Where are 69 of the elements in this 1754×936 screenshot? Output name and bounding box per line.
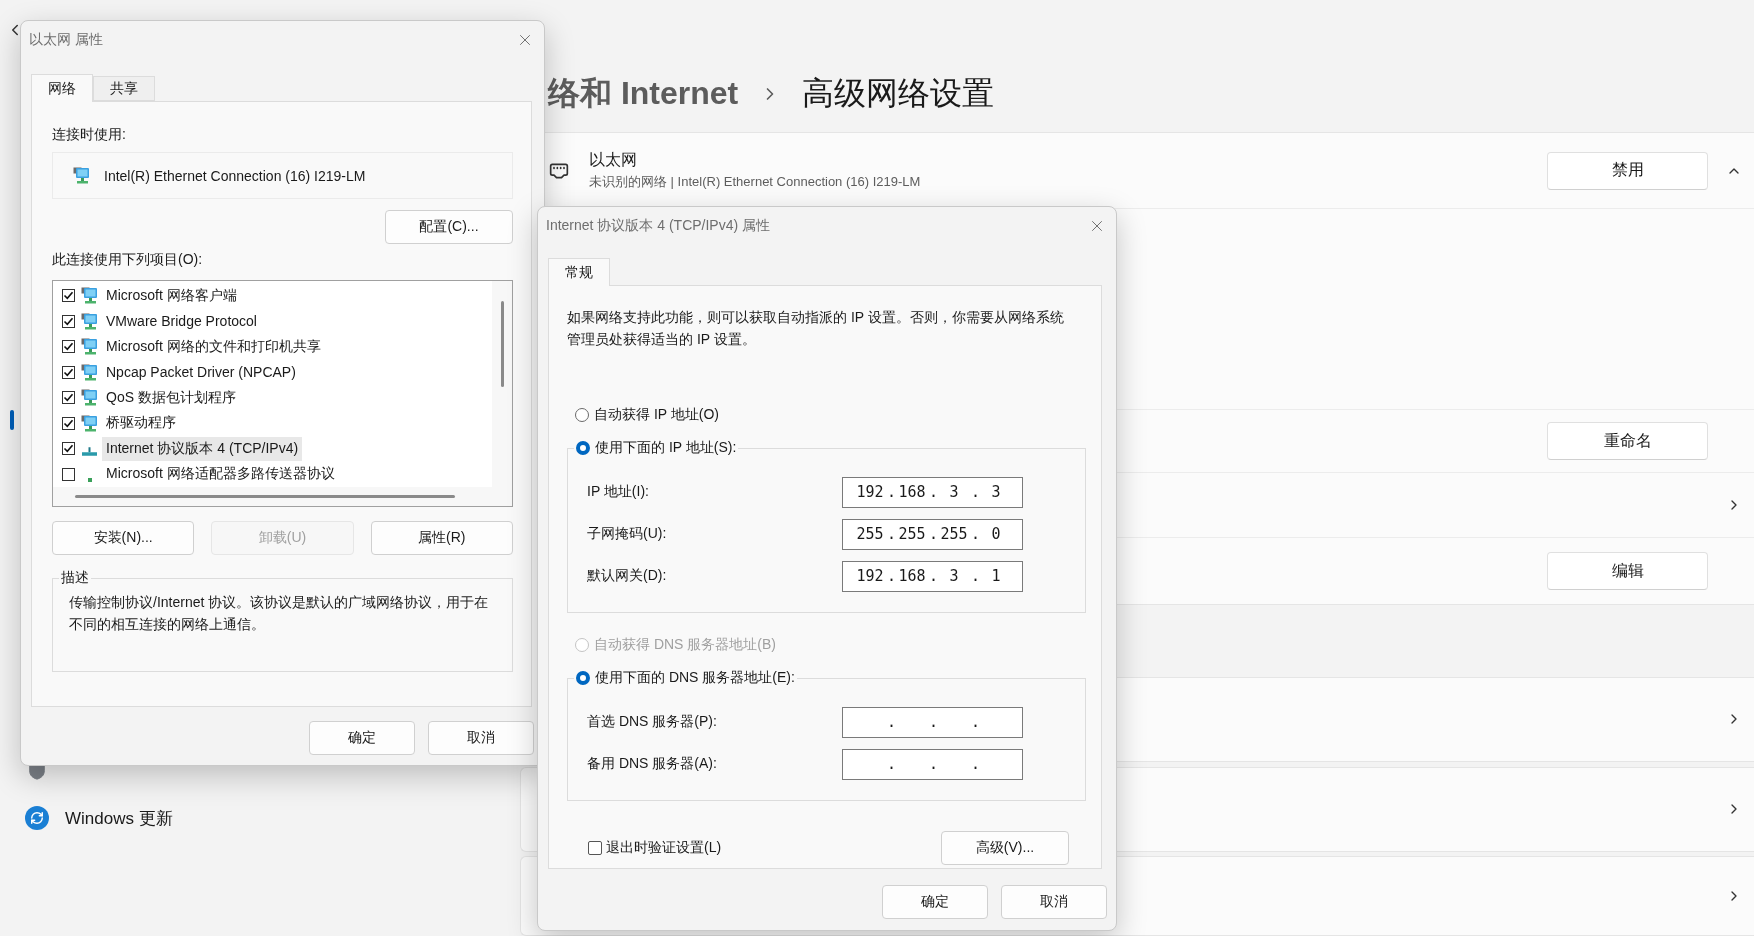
list-item[interactable]: Microsoft 网络适配器多路传送器协议 xyxy=(102,462,339,487)
checkbox[interactable] xyxy=(62,391,75,405)
ip-mode-radio[interactable]: 自动获得 IP 地址(O) xyxy=(575,405,719,425)
dns-address-field[interactable]: . . . xyxy=(842,706,1023,738)
dns-mode-radio[interactable]: 使用下面的 DNS 服务器地址(E): xyxy=(576,668,795,688)
checkbox[interactable] xyxy=(62,289,75,303)
network-monitor-icon xyxy=(81,287,98,305)
ip-address-field[interactable]: 192 . 168 . 3 . 3 xyxy=(842,476,1023,508)
network-protocol-icon xyxy=(82,447,97,457)
network-monitor-icon xyxy=(81,389,98,407)
page-title: 高级网络设置 xyxy=(802,74,995,113)
dialog-button[interactable]: 属性(R) xyxy=(370,521,513,555)
section-label: 连接时使用: xyxy=(52,125,127,144)
field-label: 备用 DNS 服务器(A): xyxy=(587,755,718,773)
field-label: 默认网关(D): xyxy=(587,567,668,585)
dialog-button[interactable]: 取消 xyxy=(1001,885,1107,919)
checkbox[interactable] xyxy=(62,467,75,481)
ip-mode-radio[interactable]: 使用下面的 IP 地址(S): xyxy=(576,438,737,458)
settings-button[interactable]: 重命名 xyxy=(1547,422,1708,460)
list-item[interactable]: 桥驱动程序 xyxy=(102,411,180,436)
list-item[interactable]: Internet 协议版本 4 (TCP/IPv4) xyxy=(102,436,303,461)
tab[interactable]: 网络 xyxy=(31,74,93,102)
window-title: 以太网 属性 xyxy=(29,31,103,49)
tab[interactable]: 常规 xyxy=(548,258,610,286)
network-monitor-icon xyxy=(73,167,90,184)
description-text: 传输控制协议/Internet 协议。该协议是默认的广域网络协议，用于在不同的相互连接的网络上通信。 xyxy=(69,593,489,634)
list-item[interactable]: VMware Bridge Protocol xyxy=(102,310,261,333)
dns-address-field[interactable]: . . . xyxy=(842,748,1023,780)
checkbox[interactable] xyxy=(62,416,75,430)
network-monitor-icon xyxy=(81,312,98,330)
configure-button[interactable]: 配置(C)... xyxy=(385,210,513,244)
scroll-thumb[interactable] xyxy=(75,495,455,498)
network-monitor-icon xyxy=(81,338,98,356)
group-title: 描述 xyxy=(60,569,90,587)
adapter-detail: 未识别的网络 | Intel(R) Ethernet Connection (16) I219-LM xyxy=(589,173,922,191)
checkbox[interactable] xyxy=(62,314,75,328)
intro-text: 如果网络支持此功能，则可以获取自动指派的 IP 设置。否则，你需要从网络系统管理员处获得适当的 IP 设置。 xyxy=(567,308,1065,349)
adapter-name: 以太网 xyxy=(589,150,638,170)
settings-button[interactable]: 编辑 xyxy=(1547,552,1708,590)
list-item[interactable]: Microsoft 网络的文件和打印机共享 xyxy=(102,334,325,359)
section-label: 此连接使用下列项目(O): xyxy=(52,250,204,269)
list-item[interactable]: Npcap Packet Driver (NPCAP) xyxy=(102,361,300,384)
checkbox[interactable] xyxy=(62,340,75,354)
field-label: IP 地址(I): xyxy=(587,483,650,501)
dialog-button[interactable]: 确定 xyxy=(309,721,415,755)
dialog-button[interactable]: 安装(N)... xyxy=(52,521,195,555)
advanced-button[interactable]: 高级(V)... xyxy=(941,831,1069,865)
window-title: Internet 协议版本 4 (TCP/IPv4) 属性 xyxy=(546,217,771,235)
disable-button[interactable]: 禁用 xyxy=(1547,151,1708,190)
list-item[interactable]: QoS 数据包计划程序 xyxy=(102,385,240,410)
scroll-thumb[interactable] xyxy=(500,301,504,387)
adapter-name: Intel(R) Ethernet Connection (16) I219-LM xyxy=(104,167,366,184)
checkbox[interactable] xyxy=(62,365,75,379)
breadcrumb-link[interactable]: 络和 Internet xyxy=(548,72,739,116)
validate-checkbox[interactable]: 退出时验证设置(L) xyxy=(588,839,722,857)
checkbox[interactable] xyxy=(62,442,75,456)
list-item[interactable]: Microsoft 网络客户端 xyxy=(102,283,241,308)
field-label: 子网掩码(U): xyxy=(587,525,668,543)
ip-address-field[interactable]: 255 . 255 . 255 . 0 xyxy=(842,518,1023,550)
dialog-button[interactable]: 确定 xyxy=(882,885,988,919)
ip-address-field[interactable]: 192 . 168 . 3 . 1 xyxy=(842,560,1023,592)
update-icon xyxy=(25,806,49,830)
dialog-button[interactable]: 取消 xyxy=(428,721,534,755)
field-label: 首选 DNS 服务器(P): xyxy=(587,713,718,731)
network-protocol-icon xyxy=(87,477,92,482)
nav-item-label[interactable]: Windows 更新 xyxy=(65,806,173,830)
network-monitor-icon xyxy=(81,414,98,432)
tab[interactable]: 共享 xyxy=(93,76,155,101)
network-monitor-icon xyxy=(81,363,98,381)
